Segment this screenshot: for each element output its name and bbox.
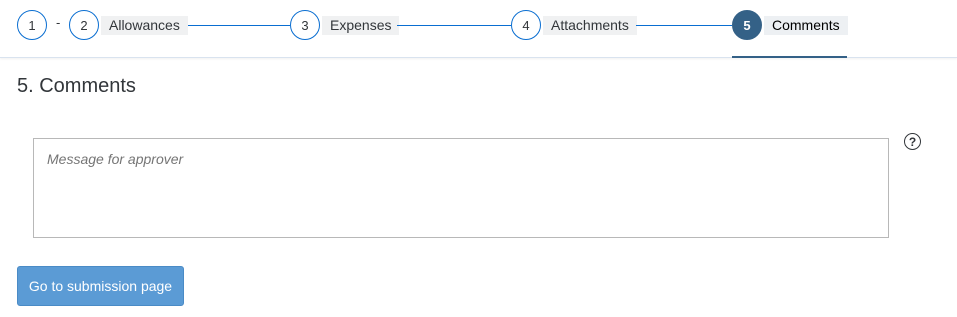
step-4-circle[interactable]: 4	[511, 10, 541, 40]
step-2-circle[interactable]: 2	[69, 10, 99, 40]
step-4-label[interactable]: Attachments	[543, 16, 637, 35]
step-5-number: 5	[743, 17, 751, 33]
step-1-circle[interactable]: 1	[17, 10, 47, 40]
approver-message-field[interactable]	[33, 138, 889, 238]
step-5-circle[interactable]: 5	[732, 10, 762, 40]
step-2-label[interactable]: Allowances	[101, 16, 188, 35]
step-connector-3-4	[397, 25, 511, 26]
active-step-indicator	[732, 56, 847, 58]
submit-button-label: Go to submission page	[28, 278, 173, 294]
step-1-number: 1	[28, 17, 36, 33]
step-3-number: 3	[301, 17, 309, 33]
help-glyph: ?	[908, 134, 917, 149]
step-3-label[interactable]: Expenses	[322, 16, 400, 35]
step-4-number: 4	[522, 17, 530, 33]
step-3-circle[interactable]: 3	[290, 10, 320, 40]
page-title: 5. Comments	[17, 75, 136, 97]
go-to-submission-button[interactable]: Go to submission page	[17, 266, 184, 306]
step-5-label[interactable]: Comments	[764, 16, 848, 35]
wizard-progress-bar: 1 - 2 Allowances 3 Expenses 4 Attachment…	[0, 0, 957, 58]
step-2-number: 2	[80, 17, 88, 33]
question-circle-icon[interactable]: ?	[904, 133, 921, 150]
step-connector-2-3	[188, 25, 290, 26]
step-separator: -	[56, 15, 61, 30]
step-connector-4-5	[636, 25, 732, 26]
